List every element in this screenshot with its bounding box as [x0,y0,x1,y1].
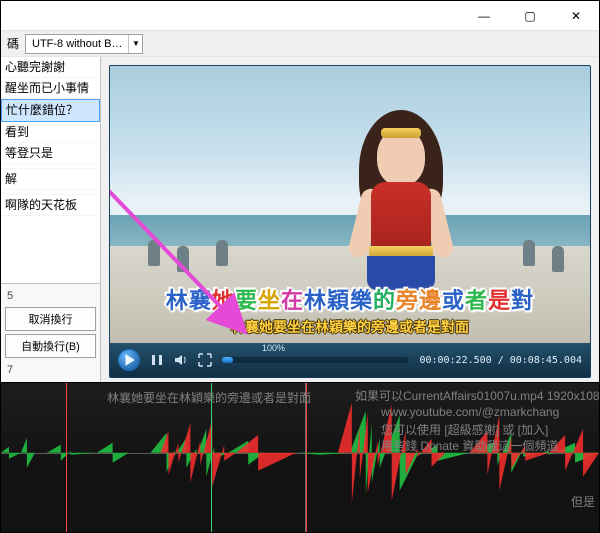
progress-bar[interactable]: 100% [222,357,409,363]
cancel-wrap-button[interactable]: 取消換行 [5,307,96,331]
encoding-combobox[interactable]: UTF-8 without B… ▼ [25,34,143,54]
wrap-controls: 5 取消換行 自動換行(B) 7 [1,283,100,382]
wrap-count: 5 [5,288,96,304]
titlebar: — ▢ ✕ [1,1,599,31]
encoding-label: 碼 [7,35,19,52]
close-icon: ✕ [571,9,581,23]
maximize-button[interactable]: ▢ [507,1,553,30]
timecode: 00:00:22.500 / 00:08:45.004 [419,355,582,366]
main-row: 心聽完謝謝 醒坐而已小事情 忙什麼錯位？ 看到 等登只是 解 啊隊的天花板 5 … [1,57,599,382]
fullscreen-icon[interactable] [198,353,212,367]
close-button[interactable]: ✕ [553,1,599,30]
list-item[interactable]: 啊隊的天花板 [1,195,100,216]
auto-wrap-button[interactable]: 自動換行(B) [5,334,96,358]
list-item[interactable]: 解 [1,169,100,190]
list-item[interactable]: 忙什麼錯位？ [1,99,100,121]
wave-thanks-overlay: 您可以使用 [超級感謝] 或 [加入] [381,421,548,438]
wave-info-overlay: 如果可以CurrentAffairs01007u.mp4 1920x1080 M… [355,387,599,404]
waveform-timeline[interactable]: 林襄她要坐在林穎樂的旁邊或者是對面 如果可以CurrentAffairs0100… [1,382,599,532]
player-controls: 100% 00:00:22.500 / 00:08:45.004 [110,343,590,377]
wave-right-overlay: 但是 [571,493,595,510]
minimize-icon: — [478,9,490,23]
toolbar: 碼 UTF-8 without B… ▼ [1,31,599,57]
chevron-down-icon: ▼ [128,35,142,53]
progress-annotation: 100% [262,343,285,353]
seg-start-marker[interactable] [66,383,67,532]
play-icon [122,353,136,367]
player-panel: 林襄她要坐在林穎樂的旁邊或者是對 林襄她要坐在林穎樂的旁邊或者是對面 100% [101,57,599,382]
wave-donate-overlay: 用些錢 Donate 資助我這一個頻道 [381,437,558,454]
list-item[interactable]: 看到 [1,122,100,143]
wave-youtube-overlay: www.youtube.com/@zmarkchang [381,405,559,419]
minimize-button[interactable]: — [461,1,507,30]
volume-icon[interactable] [174,353,188,367]
maximize-icon: ▢ [524,9,535,23]
play-button[interactable] [118,349,140,371]
app-window: — ▢ ✕ 碼 UTF-8 without B… ▼ 心聽完謝謝 醒坐而已小事情… [0,0,600,533]
encoding-value: UTF-8 without B… [26,38,128,50]
list-item[interactable]: 醒坐而已小事情 [1,78,100,99]
wrap-count-2: 7 [5,362,96,378]
subtitle-list[interactable]: 心聽完謝謝 醒坐而已小事情 忙什麼錯位？ 看到 等登只是 解 啊隊的天花板 [1,57,100,283]
subtitle-line-main: 林襄她要坐在林穎樂的旁邊或者是對 [120,283,580,315]
progress-fill [222,357,233,363]
subtitle-overlay: 林襄她要坐在林穎樂的旁邊或者是對 林襄她要坐在林穎樂的旁邊或者是對面 [110,283,590,337]
video-player[interactable]: 林襄她要坐在林穎樂的旁邊或者是對 林襄她要坐在林穎樂的旁邊或者是對面 100% [109,65,591,378]
list-item[interactable]: 心聽完謝謝 [1,57,100,78]
list-item[interactable]: 等登只是 [1,143,100,164]
subtitle-sidebar: 心聽完謝謝 醒坐而已小事情 忙什麼錯位？ 看到 等登只是 解 啊隊的天花板 5 … [1,57,101,382]
subtitle-line-secondary: 林襄她要坐在林穎樂的旁邊或者是對面 [120,317,580,337]
pause-icon[interactable] [150,353,164,367]
wave-subtitle-overlay: 林襄她要坐在林穎樂的旁邊或者是對面 [107,389,311,406]
